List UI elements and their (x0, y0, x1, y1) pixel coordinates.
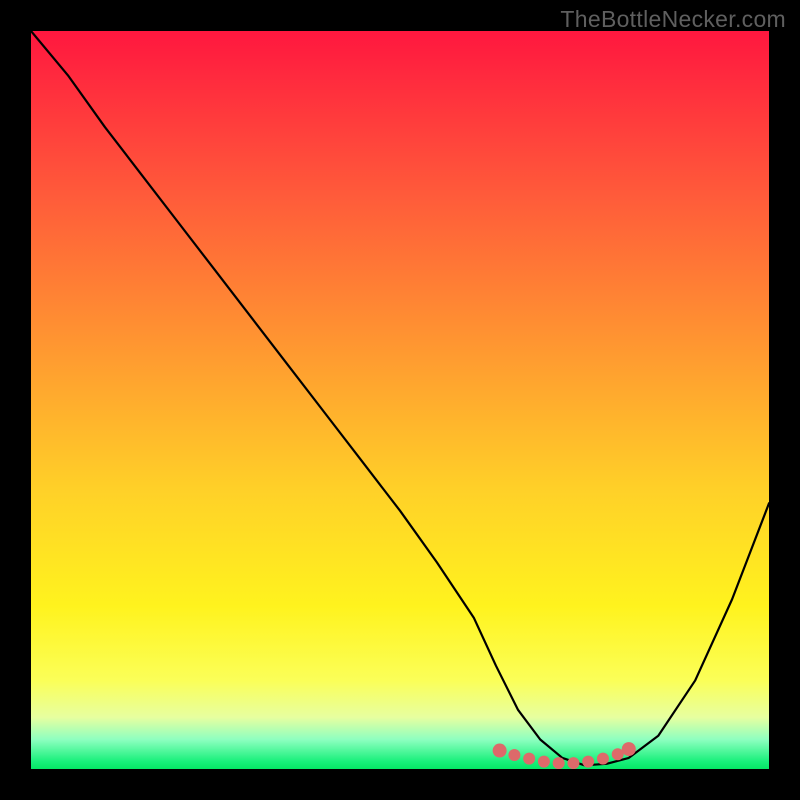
optimal-range-markers (493, 742, 636, 769)
marker-dot (567, 757, 579, 769)
plot-area (31, 31, 769, 769)
curve-svg (31, 31, 769, 769)
marker-dot (493, 744, 507, 758)
chart-frame: TheBottleNecker.com (0, 0, 800, 800)
marker-dot (622, 742, 636, 756)
watermark-text: TheBottleNecker.com (560, 6, 786, 33)
marker-dot (553, 757, 565, 769)
bottleneck-curve (31, 31, 769, 765)
marker-dot (538, 756, 550, 768)
marker-dot (582, 756, 594, 768)
marker-dot (597, 753, 609, 765)
marker-dot (508, 749, 520, 761)
marker-dot (523, 753, 535, 765)
